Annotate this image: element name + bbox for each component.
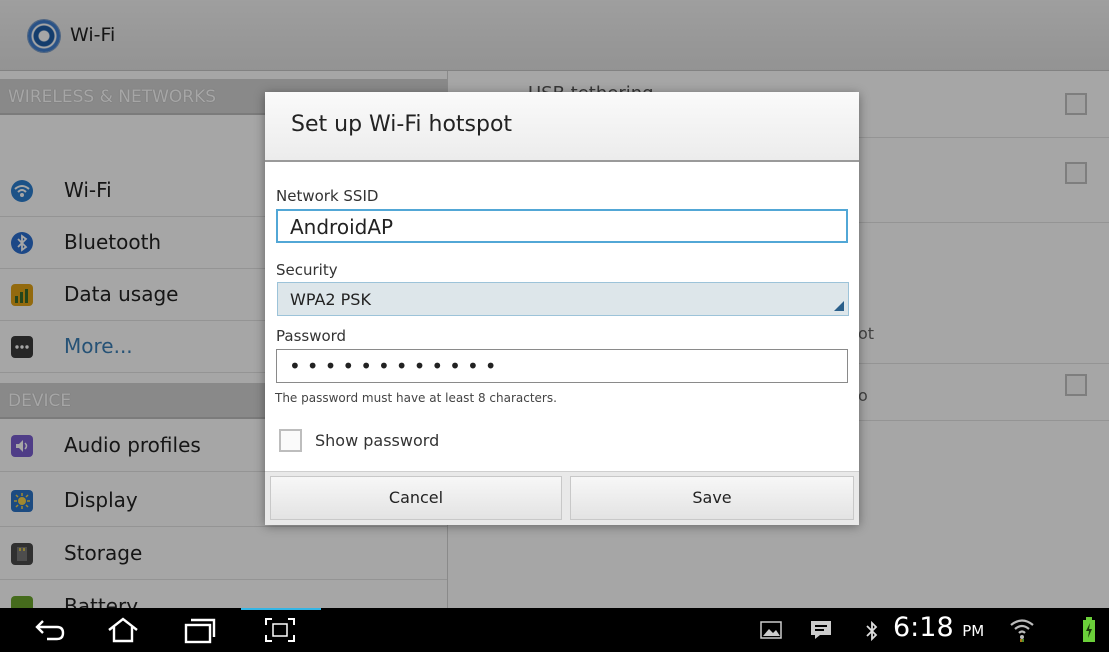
security-label: Security <box>276 261 338 279</box>
home-icon[interactable] <box>105 616 141 648</box>
dialog-button-bar: Cancel Save <box>265 471 859 525</box>
show-password-checkbox[interactable] <box>279 429 302 452</box>
back-icon[interactable] <box>33 617 67 647</box>
cancel-button[interactable]: Cancel <box>270 476 562 520</box>
ssid-input[interactable]: AndroidAP <box>276 209 848 243</box>
dialog-title: Set up Wi-Fi hotspot <box>291 112 513 137</box>
gallery-notification-icon[interactable] <box>760 620 782 644</box>
password-value: •••••••••••• <box>289 354 503 378</box>
password-label: Password <box>276 327 347 345</box>
wifi-hotspot-dialog: Set up Wi-Fi hotspot Network SSID Androi… <box>265 92 859 525</box>
security-value: WPA2 PSK <box>290 290 371 309</box>
clock-time: 6:18 <box>893 612 954 643</box>
android-settings-screen: Wi-Fi WIRELESS & NETWORKS Wi-Fi Bluetoot… <box>0 0 1109 652</box>
system-navigation-bar: 6:18 PM <box>0 608 1109 652</box>
message-notification-icon[interactable] <box>810 620 832 644</box>
screenshot-icon[interactable] <box>264 617 296 647</box>
bluetooth-status-icon <box>865 620 879 646</box>
save-button[interactable]: Save <box>570 476 854 520</box>
show-password-label[interactable]: Show password <box>315 431 439 450</box>
ssid-value: AndroidAP <box>290 215 394 239</box>
battery-status-icon <box>1082 616 1096 648</box>
status-clock: 6:18 PM <box>893 612 984 643</box>
password-input[interactable]: •••••••••••• <box>276 349 848 383</box>
password-hint: The password must have at least 8 charac… <box>275 391 557 405</box>
ssid-label: Network SSID <box>276 187 379 205</box>
dialog-title-bar: Set up Wi-Fi hotspot <box>265 92 859 162</box>
wifi-signal-icon <box>1009 617 1035 647</box>
clock-ampm: PM <box>962 622 985 640</box>
screenshot-button-highlight <box>241 608 321 610</box>
dropdown-arrow-icon <box>834 301 844 311</box>
recent-apps-icon[interactable] <box>183 617 217 649</box>
security-select[interactable]: WPA2 PSK <box>277 282 849 316</box>
